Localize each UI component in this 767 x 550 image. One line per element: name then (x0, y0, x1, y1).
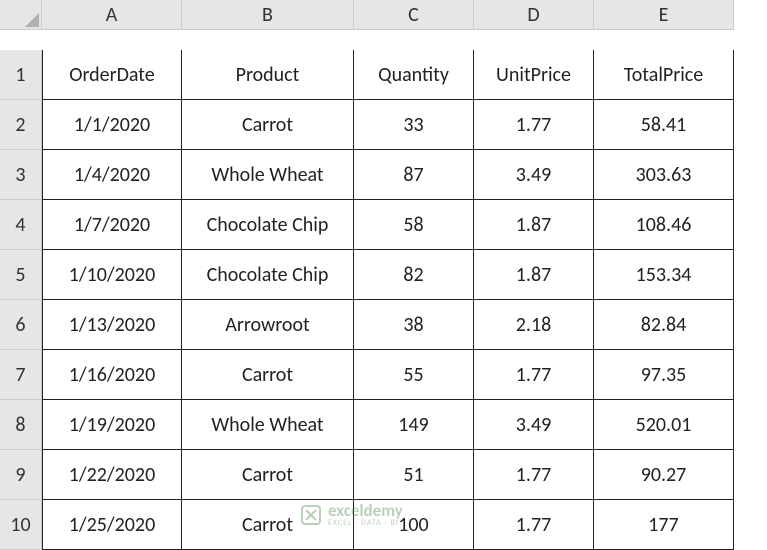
cell-A8[interactable]: 1/19/2020 (42, 400, 182, 450)
cell-C3[interactable]: 87 (354, 150, 474, 200)
cell-D9[interactable]: 1.77 (474, 450, 594, 500)
cell-E9[interactable]: 90.27 (594, 450, 734, 500)
row-header-6[interactable]: 6 (0, 300, 42, 350)
cell-C1[interactable]: Quantity (354, 50, 474, 100)
cell-C2[interactable]: 33 (354, 100, 474, 150)
cell-A6[interactable]: 1/13/2020 (42, 300, 182, 350)
cell-E1[interactable]: TotalPrice (594, 50, 734, 100)
cell-B10[interactable]: Carrot (182, 500, 354, 550)
cell-C4[interactable]: 58 (354, 200, 474, 250)
cell-B4[interactable]: Chocolate Chip (182, 200, 354, 250)
column-header-D[interactable]: D (474, 0, 594, 30)
cell-D7[interactable]: 1.77 (474, 350, 594, 400)
cell-B7[interactable]: Carrot (182, 350, 354, 400)
cell-C6[interactable]: 38 (354, 300, 474, 350)
column-header-B[interactable]: B (182, 0, 354, 30)
row-header-7[interactable]: 7 (0, 350, 42, 400)
cell-E6[interactable]: 82.84 (594, 300, 734, 350)
select-all-corner[interactable] (0, 0, 42, 30)
cell-D5[interactable]: 1.87 (474, 250, 594, 300)
cell-C5[interactable]: 82 (354, 250, 474, 300)
cell-C9[interactable]: 51 (354, 450, 474, 500)
select-all-icon (25, 13, 39, 27)
spreadsheet-grid: A B C D E 1 OrderDate Product Quantity U… (0, 0, 767, 550)
cell-B5[interactable]: Chocolate Chip (182, 250, 354, 300)
row-header-4[interactable]: 4 (0, 200, 42, 250)
cell-A5[interactable]: 1/10/2020 (42, 250, 182, 300)
cell-E5[interactable]: 153.34 (594, 250, 734, 300)
cell-E10[interactable]: 177 (594, 500, 734, 550)
cell-A9[interactable]: 1/22/2020 (42, 450, 182, 500)
cell-C8[interactable]: 149 (354, 400, 474, 450)
row-header-8[interactable]: 8 (0, 400, 42, 450)
cell-A1[interactable]: OrderDate (42, 50, 182, 100)
cell-D1[interactable]: UnitPrice (474, 50, 594, 100)
cell-B6[interactable]: Arrowroot (182, 300, 354, 350)
row-header-1[interactable]: 1 (0, 50, 42, 100)
cell-A10[interactable]: 1/25/2020 (42, 500, 182, 550)
cell-C10[interactable]: 100 (354, 500, 474, 550)
cell-E8[interactable]: 520.01 (594, 400, 734, 450)
cell-B8[interactable]: Whole Wheat (182, 400, 354, 450)
cell-C7[interactable]: 55 (354, 350, 474, 400)
column-header-E[interactable]: E (594, 0, 734, 30)
cell-D10[interactable]: 1.77 (474, 500, 594, 550)
cell-B3[interactable]: Whole Wheat (182, 150, 354, 200)
cell-A4[interactable]: 1/7/2020 (42, 200, 182, 250)
row-header-9[interactable]: 9 (0, 450, 42, 500)
cell-A3[interactable]: 1/4/2020 (42, 150, 182, 200)
row-header-3[interactable]: 3 (0, 150, 42, 200)
cell-E2[interactable]: 58.41 (594, 100, 734, 150)
cell-E3[interactable]: 303.63 (594, 150, 734, 200)
cell-B2[interactable]: Carrot (182, 100, 354, 150)
row-header-5[interactable]: 5 (0, 250, 42, 300)
cell-B1[interactable]: Product (182, 50, 354, 100)
cell-A7[interactable]: 1/16/2020 (42, 350, 182, 400)
cell-D8[interactable]: 3.49 (474, 400, 594, 450)
cell-D4[interactable]: 1.87 (474, 200, 594, 250)
cell-E4[interactable]: 108.46 (594, 200, 734, 250)
cell-D2[interactable]: 1.77 (474, 100, 594, 150)
column-header-C[interactable]: C (354, 0, 474, 30)
cell-B9[interactable]: Carrot (182, 450, 354, 500)
column-header-A[interactable]: A (42, 0, 182, 30)
cell-E7[interactable]: 97.35 (594, 350, 734, 400)
row-header-2[interactable]: 2 (0, 100, 42, 150)
row-header-10[interactable]: 10 (0, 500, 42, 550)
cell-A2[interactable]: 1/1/2020 (42, 100, 182, 150)
cell-D6[interactable]: 2.18 (474, 300, 594, 350)
cell-D3[interactable]: 3.49 (474, 150, 594, 200)
